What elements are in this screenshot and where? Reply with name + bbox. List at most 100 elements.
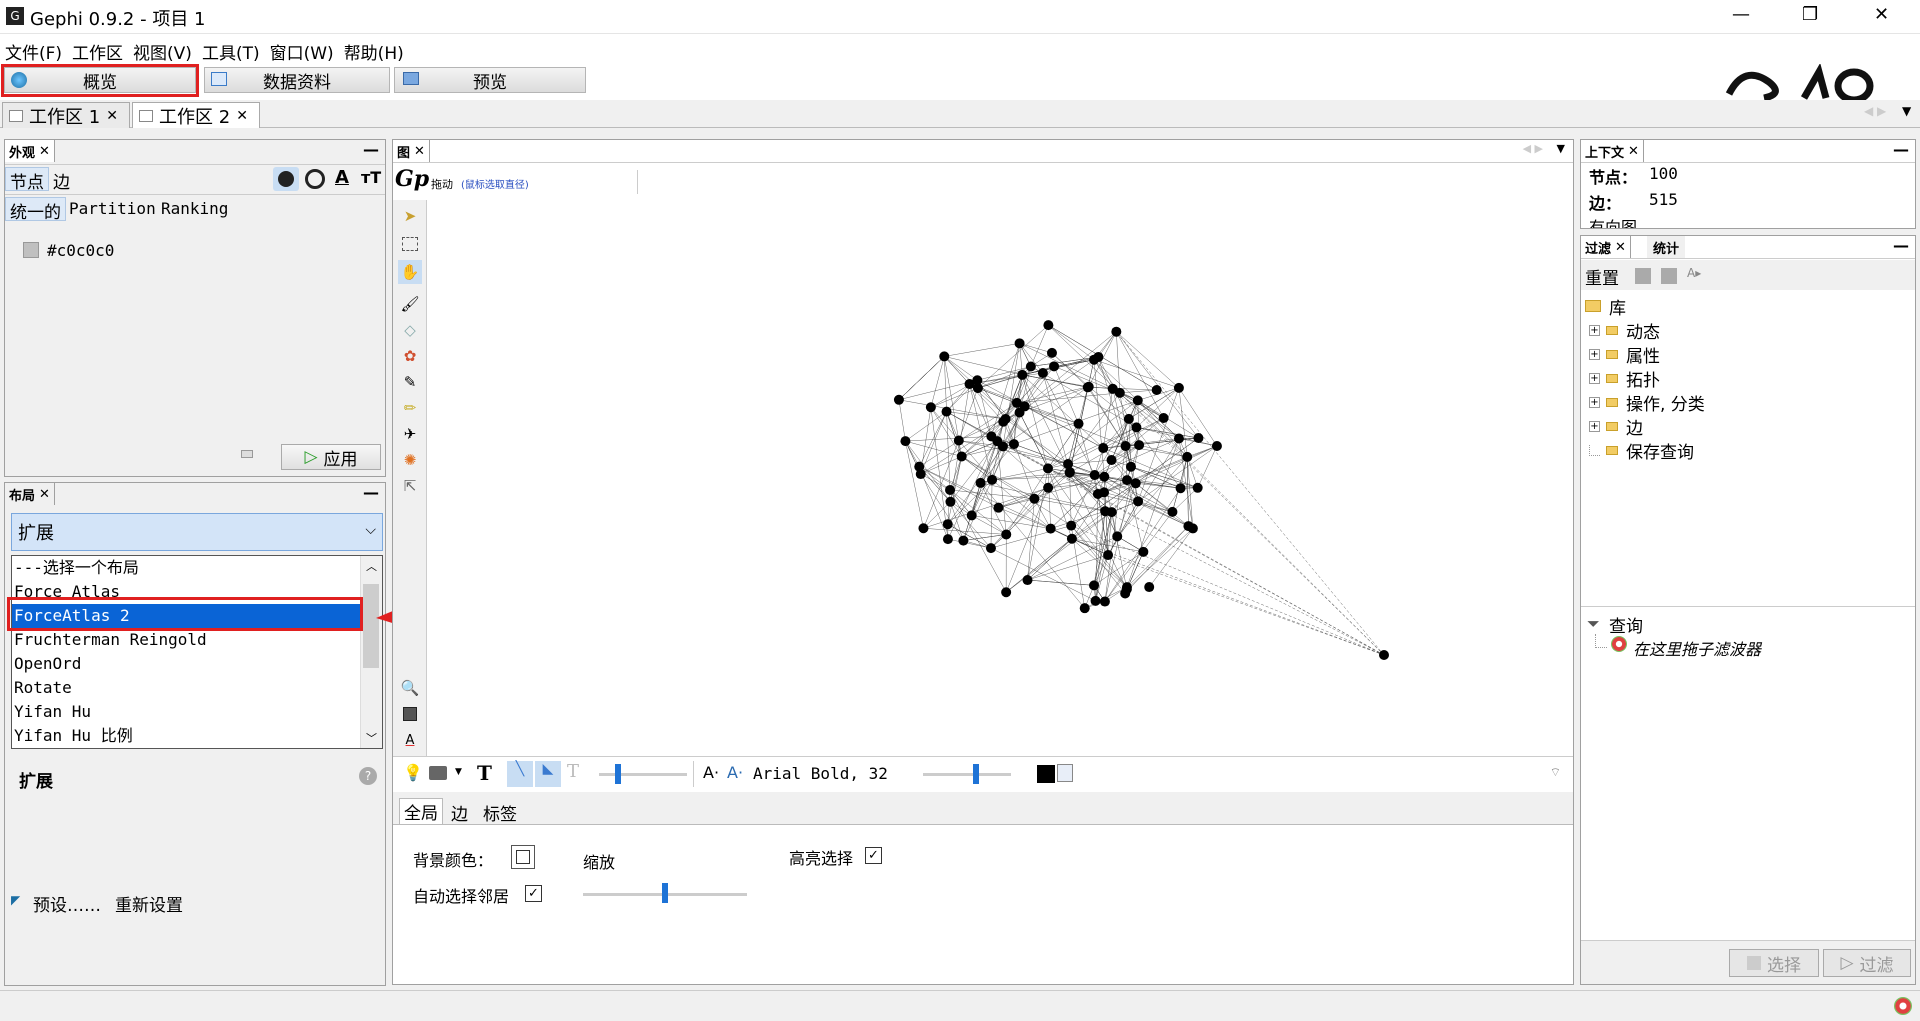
maximize-button[interactable]: ❐ [1802, 4, 1818, 25]
expand-icon[interactable]: + [1589, 324, 1600, 336]
pointer-icon[interactable]: ➤ [400, 206, 420, 226]
slider-knob[interactable] [615, 764, 621, 784]
edge-pencil-icon[interactable]: ✏ [400, 398, 420, 418]
minimize-button[interactable]: — [1732, 4, 1750, 25]
preview-button[interactable]: 预览 [394, 67, 586, 93]
notification-icon[interactable] [1894, 997, 1912, 1015]
global-tab[interactable]: 全局 [399, 798, 443, 824]
minimize-panel-icon[interactable]: — [363, 140, 379, 159]
graph-node[interactable] [1079, 603, 1090, 614]
graph-node[interactable] [1167, 506, 1178, 517]
graph-node[interactable] [1120, 441, 1131, 452]
label-size-slider[interactable] [923, 773, 1011, 776]
graph-node[interactable] [1073, 418, 1084, 429]
background-color-icon[interactable] [403, 707, 417, 721]
filter-category[interactable]: + 属性 [1581, 342, 1915, 367]
graph-node[interactable] [992, 436, 1003, 447]
context-tab[interactable]: 上下文 ✕ [1581, 140, 1644, 162]
close-tab-icon[interactable]: ✕ [1615, 240, 1626, 255]
camera-icon[interactable] [429, 766, 447, 780]
graph-node[interactable] [1106, 455, 1117, 466]
label-color-swatch[interactable] [1037, 765, 1055, 783]
graph-node[interactable] [945, 496, 956, 507]
graph-node[interactable] [1089, 580, 1100, 591]
pencil-icon[interactable]: ✎ [400, 372, 420, 392]
expand-triangle-icon[interactable]: ◤ [11, 893, 20, 907]
color-wheel-icon[interactable]: ✿ [400, 346, 420, 366]
expand-settings-icon[interactable]: ⌔ [1550, 765, 1561, 780]
layout-tab[interactable]: 布局 ✕ [5, 483, 55, 505]
bg-color-button[interactable] [511, 845, 535, 869]
lightbulb-icon[interactable]: 💡 [403, 763, 423, 782]
graph-node[interactable] [1133, 496, 1144, 507]
graph-node[interactable] [1379, 650, 1389, 660]
graph-node[interactable] [914, 461, 925, 472]
workspace-tab-1[interactable]: 工作区 1 ✕ [2, 102, 130, 128]
palette-icon[interactable] [273, 167, 299, 191]
graph-node[interactable] [1025, 361, 1036, 372]
graph-node[interactable] [1063, 458, 1074, 469]
graph-node[interactable] [1193, 432, 1204, 443]
clipboard-icon[interactable] [1057, 764, 1073, 782]
filter-category[interactable]: + 拓扑 [1581, 366, 1915, 391]
graph-node[interactable] [1183, 521, 1194, 532]
edge-weight-slider[interactable] [599, 773, 687, 776]
ranking-mode-tab[interactable]: Ranking [161, 199, 228, 218]
graph-node[interactable] [1103, 550, 1114, 561]
help-icon[interactable]: ? [359, 767, 377, 785]
size-icon[interactable] [305, 169, 325, 189]
edges-subtab[interactable]: 边 [53, 168, 70, 193]
presets-link[interactable]: 预设…… [33, 891, 101, 916]
graph-node[interactable] [941, 406, 952, 417]
graph-node[interactable] [1182, 451, 1193, 462]
graph-node[interactable] [1090, 595, 1101, 606]
select-button[interactable]: 选择 [1729, 949, 1819, 977]
statistics-tab[interactable]: 统计 [1647, 236, 1686, 258]
graph-node[interactable] [925, 402, 936, 413]
graph-node[interactable] [1008, 439, 1019, 450]
graph-node[interactable] [1112, 531, 1123, 542]
layout-option[interactable]: OpenOrd [12, 652, 362, 676]
label-font-icon[interactable]: A· [727, 763, 743, 782]
close-tab-icon[interactable]: ✕ [414, 144, 425, 159]
graph-node[interactable] [1066, 520, 1077, 531]
list-scrollbar[interactable]: ︿ ﹀ [360, 556, 382, 748]
graph-node[interactable] [987, 474, 998, 485]
graph-node[interactable] [1001, 587, 1012, 598]
layout-option[interactable]: Yifan Hu 比例 [12, 724, 362, 748]
graph-node[interactable] [1066, 533, 1077, 544]
close-tab-icon[interactable]: ✕ [1628, 144, 1639, 159]
minimize-panel-icon[interactable]: — [1893, 140, 1909, 159]
graph-node[interactable] [945, 484, 956, 495]
graph-node[interactable] [1042, 463, 1053, 474]
slider-knob[interactable] [973, 764, 979, 784]
graph-node[interactable] [939, 351, 950, 362]
graph-node[interactable] [1099, 596, 1110, 607]
graph-node[interactable] [985, 543, 996, 554]
graph-node[interactable] [1138, 546, 1149, 557]
label-size-icon[interactable]: тT [361, 168, 381, 187]
reset-link[interactable]: 重新设置 [115, 891, 183, 916]
graph-node[interactable] [942, 534, 953, 545]
tab-list-icon[interactable]: ▼ [1557, 142, 1565, 155]
scroll-tabs-icon[interactable]: ◀ ▶ [1523, 142, 1543, 155]
layout-select[interactable]: 扩展 ⌵ [11, 513, 383, 551]
data-lab-button[interactable]: 数据资料 [204, 67, 390, 93]
menu-file[interactable]: 文件(F) [0, 34, 67, 64]
filter-category[interactable]: + 边 [1581, 414, 1915, 439]
filter-button[interactable]: ▷ 过滤 [1823, 949, 1911, 977]
graph-node[interactable] [1001, 529, 1012, 540]
label-color-icon[interactable]: A [335, 167, 349, 188]
filters-tab[interactable]: 过滤 ✕ [1581, 236, 1631, 258]
chevron-down-icon[interactable]: ▼ [455, 767, 462, 777]
edge-color-icon[interactable]: ◣ [535, 761, 561, 787]
graph-node[interactable] [1173, 433, 1184, 444]
edges-tab[interactable]: 边 [451, 800, 468, 825]
menu-help[interactable]: 帮助(H) [339, 34, 409, 64]
apply-button[interactable]: ▷ 应用 [281, 444, 381, 470]
close-tab-icon[interactable]: ✕ [236, 108, 248, 124]
graph-node[interactable] [1043, 482, 1054, 493]
minimize-panel-icon[interactable]: — [363, 483, 379, 502]
expand-icon[interactable]: + [1589, 396, 1600, 408]
graph-node[interactable] [1175, 483, 1186, 494]
